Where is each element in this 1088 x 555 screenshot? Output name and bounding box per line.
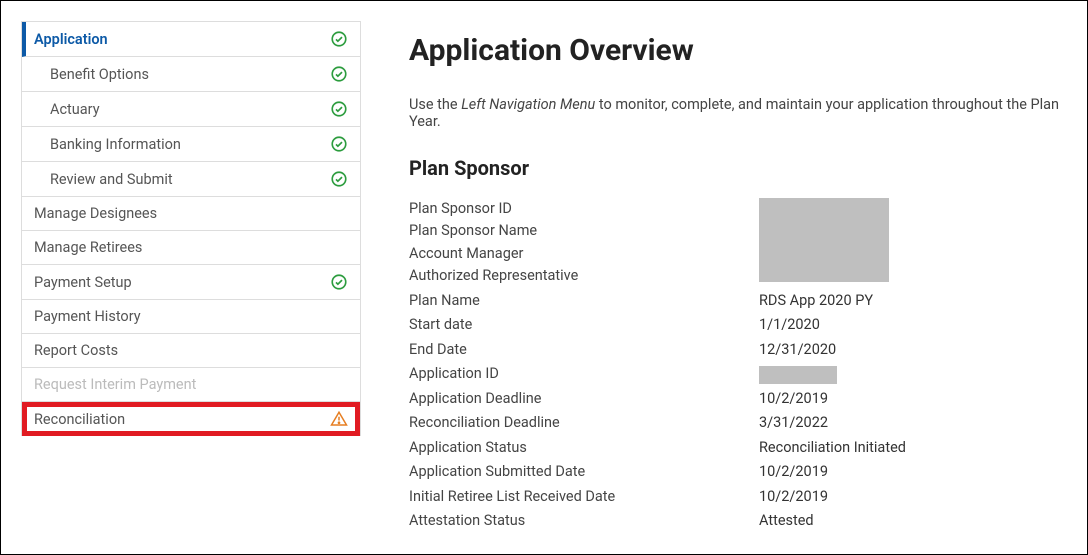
left-nav: Application Benefit Options Actuary Bank… — [21, 21, 361, 436]
sidebar-item-label: Benefit Options — [50, 66, 149, 83]
section-title: Plan Sponsor — [409, 156, 1067, 180]
sidebar-item-manage-designees[interactable]: Manage Designees — [22, 197, 360, 231]
label: Initial Retiree List Received Date — [409, 486, 759, 508]
check-icon — [330, 273, 348, 291]
check-icon — [330, 135, 348, 153]
value: 10/2/2019 — [759, 486, 828, 508]
label: End Date — [409, 339, 759, 361]
redacted-block — [759, 366, 837, 384]
sidebar-item-label: Payment History — [34, 308, 141, 325]
sidebar-item-review-submit[interactable]: Review and Submit — [22, 162, 360, 197]
sidebar-item-actuary[interactable]: Actuary — [22, 92, 360, 127]
row-application-status: Application Status Reconciliation Initia… — [409, 437, 1067, 459]
sidebar-item-label: Request Interim Payment — [34, 376, 196, 393]
value: RDS App 2020 PY — [759, 290, 873, 312]
sidebar-item-reconciliation[interactable]: Reconciliation — [22, 402, 360, 436]
label: Account Manager — [409, 243, 759, 265]
sidebar-item-request-interim-payment: Request Interim Payment — [22, 368, 360, 402]
check-icon — [330, 170, 348, 188]
value: 12/31/2020 — [759, 339, 836, 361]
sidebar-item-banking-information[interactable]: Banking Information — [22, 127, 360, 162]
row-reconciliation-deadline: Reconciliation Deadline 3/31/2022 — [409, 412, 1067, 434]
row-attestation-status: Attestation Status Attested — [409, 510, 1067, 532]
label: Application Submitted Date — [409, 461, 759, 483]
sidebar-item-application[interactable]: Application — [22, 22, 360, 57]
intro-text: Use the Left Navigation Menu to monitor,… — [409, 96, 1067, 130]
intro-em: Left Navigation Menu — [461, 96, 595, 113]
label: Start date — [409, 314, 759, 336]
intro-prefix: Use the — [409, 96, 461, 113]
value: Reconciliation Initiated — [759, 437, 906, 459]
sidebar-item-report-costs[interactable]: Report Costs — [22, 334, 360, 368]
sidebar-item-label: Application — [34, 31, 108, 48]
sidebar-item-label: Payment Setup — [34, 274, 132, 291]
sidebar-item-label: Report Costs — [34, 342, 118, 359]
page-title: Application Overview — [409, 33, 1067, 68]
row-end-date: End Date 12/31/2020 — [409, 339, 1067, 361]
redacted-block — [759, 198, 889, 282]
sidebar-item-payment-history[interactable]: Payment History — [22, 300, 360, 334]
value: 1/1/2020 — [759, 314, 820, 336]
check-icon — [330, 65, 348, 83]
label: Reconciliation Deadline — [409, 412, 759, 434]
row-application-submitted: Application Submitted Date 10/2/2019 — [409, 461, 1067, 483]
sidebar-item-label: Manage Retirees — [34, 239, 142, 256]
sidebar-item-label: Banking Information — [50, 136, 181, 153]
sidebar: Application Benefit Options Actuary Bank… — [21, 21, 361, 534]
main-content: Application Overview Use the Left Naviga… — [361, 21, 1067, 534]
label: Attestation Status — [409, 510, 759, 532]
row-plan-sponsor-id: Plan Sponsor ID Plan Sponsor Name Accoun… — [409, 198, 1067, 288]
sidebar-item-manage-retirees[interactable]: Manage Retirees — [22, 231, 360, 265]
value: Attested — [759, 510, 814, 532]
row-start-date: Start date 1/1/2020 — [409, 314, 1067, 336]
sidebar-item-label: Reconciliation — [34, 411, 125, 428]
label: Plan Name — [409, 290, 759, 312]
label: Application Deadline — [409, 388, 759, 410]
sidebar-item-label: Actuary — [50, 101, 100, 118]
sidebar-item-benefit-options[interactable]: Benefit Options — [22, 57, 360, 92]
label: Application Status — [409, 437, 759, 459]
check-icon — [330, 100, 348, 118]
row-application-deadline: Application Deadline 10/2/2019 — [409, 388, 1067, 410]
sidebar-item-label: Review and Submit — [50, 171, 173, 188]
check-icon — [330, 30, 348, 48]
sidebar-item-payment-setup[interactable]: Payment Setup — [22, 265, 360, 300]
label: Plan Sponsor Name — [409, 220, 759, 242]
label: Application ID — [409, 363, 759, 385]
sidebar-item-label: Manage Designees — [34, 205, 157, 222]
value: 10/2/2019 — [759, 388, 828, 410]
label: Plan Sponsor ID — [409, 198, 759, 220]
value: 10/2/2019 — [759, 461, 828, 483]
warning-icon — [330, 410, 348, 428]
label: Authorized Representative — [409, 265, 759, 287]
app-container: Application Benefit Options Actuary Bank… — [0, 0, 1088, 555]
value: 3/31/2022 — [759, 412, 828, 434]
row-initial-retiree: Initial Retiree List Received Date 10/2/… — [409, 486, 1067, 508]
row-plan-name: Plan Name RDS App 2020 PY — [409, 290, 1067, 312]
row-application-id: Application ID — [409, 363, 1067, 385]
